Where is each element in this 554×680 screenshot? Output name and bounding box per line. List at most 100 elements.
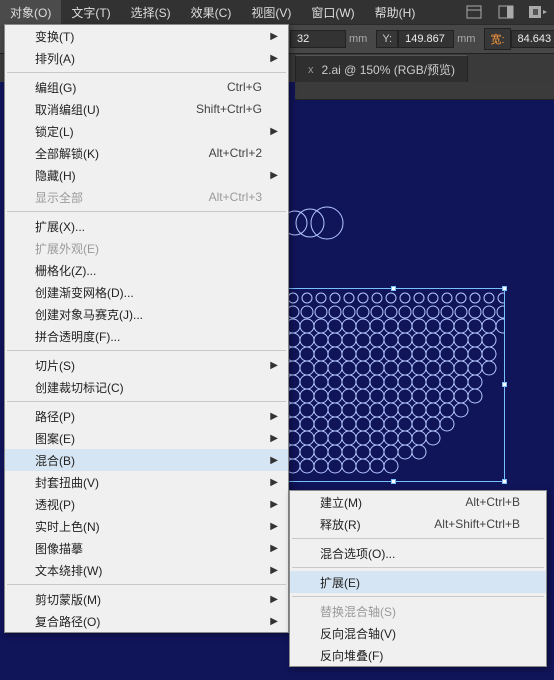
object-menu-label-8: 显示全部 [35,189,83,206]
tab-document[interactable]: x 2.ai @ 150% (RGB/预览) [295,55,468,82]
menu-0[interactable]: 对象(O) [0,0,61,25]
menu-5[interactable]: 窗口(W) [301,0,364,25]
submenu-arrow-icon: ▶ [270,433,278,444]
y-value[interactable]: 149.867 [398,30,454,48]
object-menu-item-10[interactable]: 扩展(X)... [5,215,288,237]
submenu-arrow-icon: ▶ [270,616,278,627]
blend-menu-item-0[interactable]: 建立(M)Alt+Ctrl+B [290,491,546,513]
handle-tm[interactable] [391,286,396,291]
object-menu-label-30: 复合路径(O) [35,613,100,630]
object-menu-item-18[interactable]: 创建裁切标记(C) [5,376,288,398]
handle-bm[interactable] [391,479,396,484]
blend-menu-shortcut-1: Alt+Shift+Ctrl+B [434,517,520,531]
arrange-icon[interactable] [526,2,550,22]
blend-menu-label-8: 反向混合轴(V) [320,625,396,642]
object-menu-label-12: 栅格化(Z)... [35,262,96,279]
menu-4[interactable]: 视图(V) [241,0,301,25]
blend-menu-label-1: 释放(R) [320,516,361,533]
object-menu-label-5: 锁定(L) [35,123,74,140]
object-menu-item-15[interactable]: 拼合透明度(F)... [5,325,288,347]
submenu-arrow-icon: ▶ [270,565,278,576]
blend-menu-sep-2 [292,538,544,539]
handle-br[interactable] [502,479,507,484]
object-menu-item-0[interactable]: 变换(T)▶ [5,25,288,47]
object-menu-item-8: 显示全部 Alt+Ctrl+3 [5,186,288,208]
object-menu-label-11: 扩展外观(E) [35,240,99,257]
object-menu-label-15: 拼合透明度(F)... [35,328,120,345]
submenu-arrow-icon: ▶ [270,594,278,605]
object-menu-item-11: 扩展外观(E) [5,237,288,259]
object-menu-item-26[interactable]: 图像描摹▶ [5,537,288,559]
submenu-arrow-icon: ▶ [270,126,278,137]
object-menu-item-13[interactable]: 创建渐变网格(D)... [5,281,288,303]
object-menu-item-23[interactable]: 封套扭曲(V)▶ [5,471,288,493]
object-menu-sep-19 [7,401,286,402]
blend-menu-item-5[interactable]: 扩展(E) [290,571,546,593]
blend-menu-item-9[interactable]: 反向堆叠(F) [290,644,546,666]
object-menu-item-17[interactable]: 切片(S) ▶ [5,354,288,376]
object-menu-item-20[interactable]: 路径(P)▶ [5,405,288,427]
object-menu-item-7[interactable]: 隐藏(H)▶ [5,164,288,186]
blend-menu-item-3[interactable]: 混合选项(O)... [290,542,546,564]
menu-2[interactable]: 选择(S) [121,0,181,25]
object-menu-item-1[interactable]: 排列(A)▶ [5,47,288,69]
submenu-arrow-icon: ▶ [270,170,278,181]
object-menu-label-18: 创建裁切标记(C) [35,379,124,396]
blend-menu-sep-6 [292,596,544,597]
blend-menu-item-1[interactable]: 释放(R) Alt+Shift+Ctrl+B [290,513,546,535]
menu-1[interactable]: 文字(T) [61,0,120,25]
object-menu-item-14[interactable]: 创建对象马赛克(J)... [5,303,288,325]
object-menu-label-14: 创建对象马赛克(J)... [35,306,143,323]
object-menu-shortcut-6: Alt+Ctrl+2 [209,146,262,160]
submenu-arrow-icon: ▶ [270,411,278,422]
handle-tr[interactable] [502,286,507,291]
object-menu-item-30[interactable]: 复合路径(O) ▶ [5,610,288,632]
submenu-arrow-icon: ▶ [270,360,278,371]
w-value[interactable]: 84.643 [511,30,554,48]
blend-menu-label-3: 混合选项(O)... [320,545,395,562]
object-menu-item-22[interactable]: 混合(B)▶ [5,449,288,471]
panel-icon[interactable] [494,2,518,22]
menu-6[interactable]: 帮助(H) [365,0,426,25]
object-menu-item-24[interactable]: 透视(P)▶ [5,493,288,515]
object-menu-label-4: 取消编组(U) [35,101,100,118]
object-menu-label-27: 文本绕排(W) [35,562,102,579]
submenu-arrow-icon: ▶ [270,31,278,42]
object-menu-item-25[interactable]: 实时上色(N)▶ [5,515,288,537]
blend-menu-label-0: 建立(M) [320,494,362,511]
object-menu-item-6[interactable]: 全部解锁(K)Alt+Ctrl+2 [5,142,288,164]
menu-3[interactable]: 效果(C) [181,0,242,25]
object-menu-sep-28 [7,584,286,585]
object-menu-shortcut-8: Alt+Ctrl+3 [209,190,262,204]
close-icon[interactable]: x [308,64,314,76]
object-menu-sep-2 [7,72,286,73]
blend-menu-label-9: 反向堆叠(F) [320,647,383,664]
object-menu-item-29[interactable]: 剪切蒙版(M)▶ [5,588,288,610]
object-menu-label-25: 实时上色(N) [35,518,100,535]
submenu-arrow-icon: ▶ [270,499,278,510]
blend-menu-item-8[interactable]: 反向混合轴(V) [290,622,546,644]
w-label: 宽: [484,28,510,50]
object-menu-item-4[interactable]: 取消编组(U) Shift+Ctrl+G [5,98,288,120]
object-menu-label-21: 图案(E) [35,430,75,447]
x-value[interactable]: 32 [290,30,346,48]
submenu-arrow-icon: ▶ [270,53,278,64]
object-menu-label-26: 图像描摹 [35,540,83,557]
object-menu-item-5[interactable]: 锁定(L) ▶ [5,120,288,142]
object-menu-label-10: 扩展(X)... [35,218,85,235]
object-menu-item-12[interactable]: 栅格化(Z)... [5,259,288,281]
object-menu-shortcut-4: Shift+Ctrl+G [196,102,262,116]
object-menu-item-27[interactable]: 文本绕排(W) ▶ [5,559,288,581]
selection-bounds [283,288,505,482]
ruler-horizontal [295,82,554,100]
object-menu-item-3[interactable]: 编组(G)Ctrl+G [5,76,288,98]
object-menu-label-13: 创建渐变网格(D)... [35,284,134,301]
object-menu-item-21[interactable]: 图案(E) ▶ [5,427,288,449]
layout-icon[interactable] [462,2,486,22]
blend-menu-label-7: 替换混合轴(S) [320,603,396,620]
object-menu-sep-9 [7,211,286,212]
handle-mr[interactable] [502,382,507,387]
object-menu-label-17: 切片(S) [35,357,75,374]
blend-menu-label-5: 扩展(E) [320,574,360,591]
object-menu-shortcut-3: Ctrl+G [227,80,262,94]
